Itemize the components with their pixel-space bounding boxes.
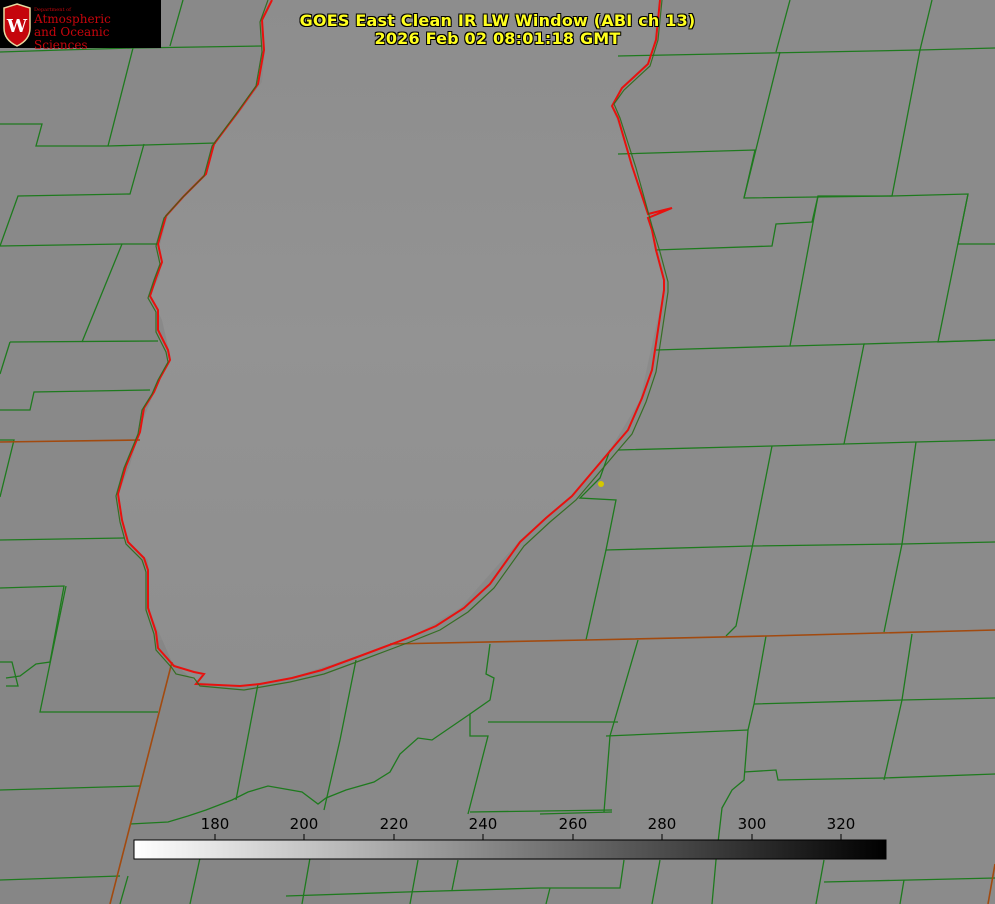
colorbar-label-220: 220 [379,815,409,833]
colorbar-label-200: 200 [289,815,319,833]
logo-text: Department of Atmospheric and Oceanic Sc… [34,7,161,52]
satellite-map [0,0,995,904]
colorbar-gradient [133,839,887,860]
colorbar-label-280: 280 [647,815,677,833]
colorbar-label-300: 300 [737,815,767,833]
colorbar-label-180: 180 [200,815,230,833]
colorbar-label-320: 320 [826,815,856,833]
uw-crest-icon: W [3,3,31,47]
uw-crest-letter: W [6,16,28,37]
colorbar-label-240: 240 [468,815,498,833]
land-shade-east [620,0,995,904]
aos-logo[interactable]: W Department of Atmospheric and Oceanic … [0,0,161,52]
city-marker-dot [598,481,604,487]
colorbar-label-260: 260 [558,815,588,833]
logo-line2: and Oceanic Sciences [34,25,110,52]
